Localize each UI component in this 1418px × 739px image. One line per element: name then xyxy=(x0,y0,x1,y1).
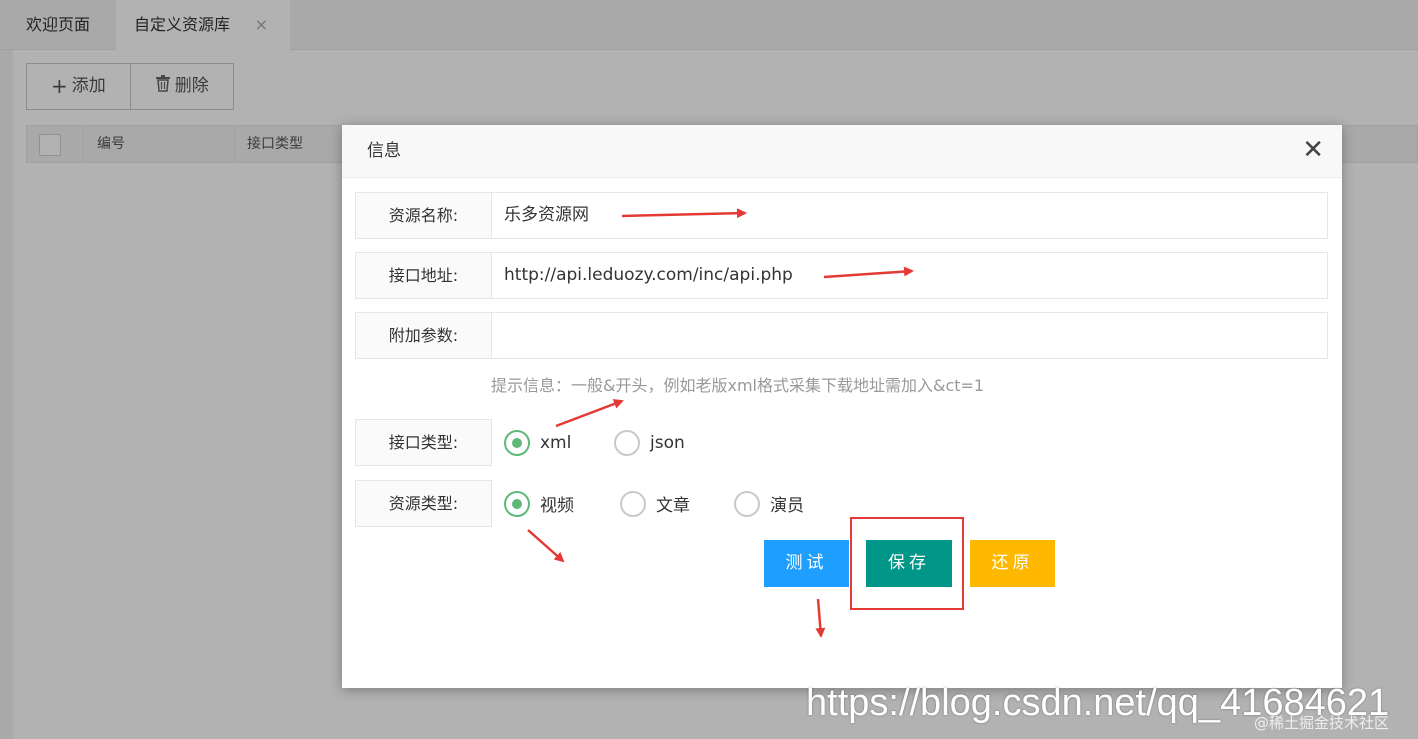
api-type-row: 接口类型: xml json xyxy=(355,419,1328,466)
resource-name-input[interactable]: 乐多资源网 xyxy=(491,192,1328,239)
extra-params-input[interactable] xyxy=(491,312,1328,359)
radio-video[interactable]: 视频 xyxy=(504,480,574,527)
radio-actor[interactable]: 演员 xyxy=(734,480,804,527)
resource-name-row: 资源名称: 乐多资源网 xyxy=(355,192,1328,239)
api-address-row: 接口地址: http://api.leduozy.com/inc/api.php xyxy=(355,252,1328,299)
resource-name-label: 资源名称: xyxy=(355,192,492,239)
dialog-title: 信息 xyxy=(367,141,401,161)
radio-unchecked-icon xyxy=(614,429,640,456)
hint-text: 提示信息：一般&开头，例如老版xml格式采集下载地址需加入&ct=1 xyxy=(491,376,985,395)
reset-button[interactable]: 还原 xyxy=(970,540,1055,587)
api-address-input[interactable]: http://api.leduozy.com/inc/api.php xyxy=(491,252,1328,299)
radio-checked-icon xyxy=(504,490,530,517)
radio-unchecked-icon xyxy=(620,490,646,517)
close-icon[interactable]: ✕ xyxy=(1302,135,1324,165)
api-type-label: 接口类型: xyxy=(355,419,492,466)
resource-type-row: 资源类型: 视频 文章 演员 xyxy=(355,480,1328,527)
dialog-header: 信息 ✕ xyxy=(342,125,1342,178)
test-button[interactable]: 测试 xyxy=(764,540,849,587)
resource-type-label: 资源类型: xyxy=(355,480,492,527)
radio-label: 文章 xyxy=(656,496,690,516)
radio-label: 演员 xyxy=(770,496,804,516)
info-dialog: 信息 ✕ 资源名称: 乐多资源网 接口地址: http://api.leduoz… xyxy=(342,125,1342,688)
radio-xml[interactable]: xml xyxy=(504,419,571,466)
radio-label: json xyxy=(650,432,685,453)
watermark-community: @稀土掘金技术社区 xyxy=(1254,714,1390,732)
radio-unchecked-icon xyxy=(734,490,760,517)
radio-article[interactable]: 文章 xyxy=(620,480,690,527)
radio-label: xml xyxy=(540,432,572,453)
extra-params-row: 附加参数: xyxy=(355,312,1328,359)
save-highlight-box xyxy=(850,517,964,610)
extra-params-label: 附加参数: xyxy=(355,312,492,359)
radio-checked-icon xyxy=(504,429,530,456)
radio-label: 视频 xyxy=(540,496,574,516)
api-address-label: 接口地址: xyxy=(355,252,492,299)
radio-json[interactable]: json xyxy=(614,419,685,466)
